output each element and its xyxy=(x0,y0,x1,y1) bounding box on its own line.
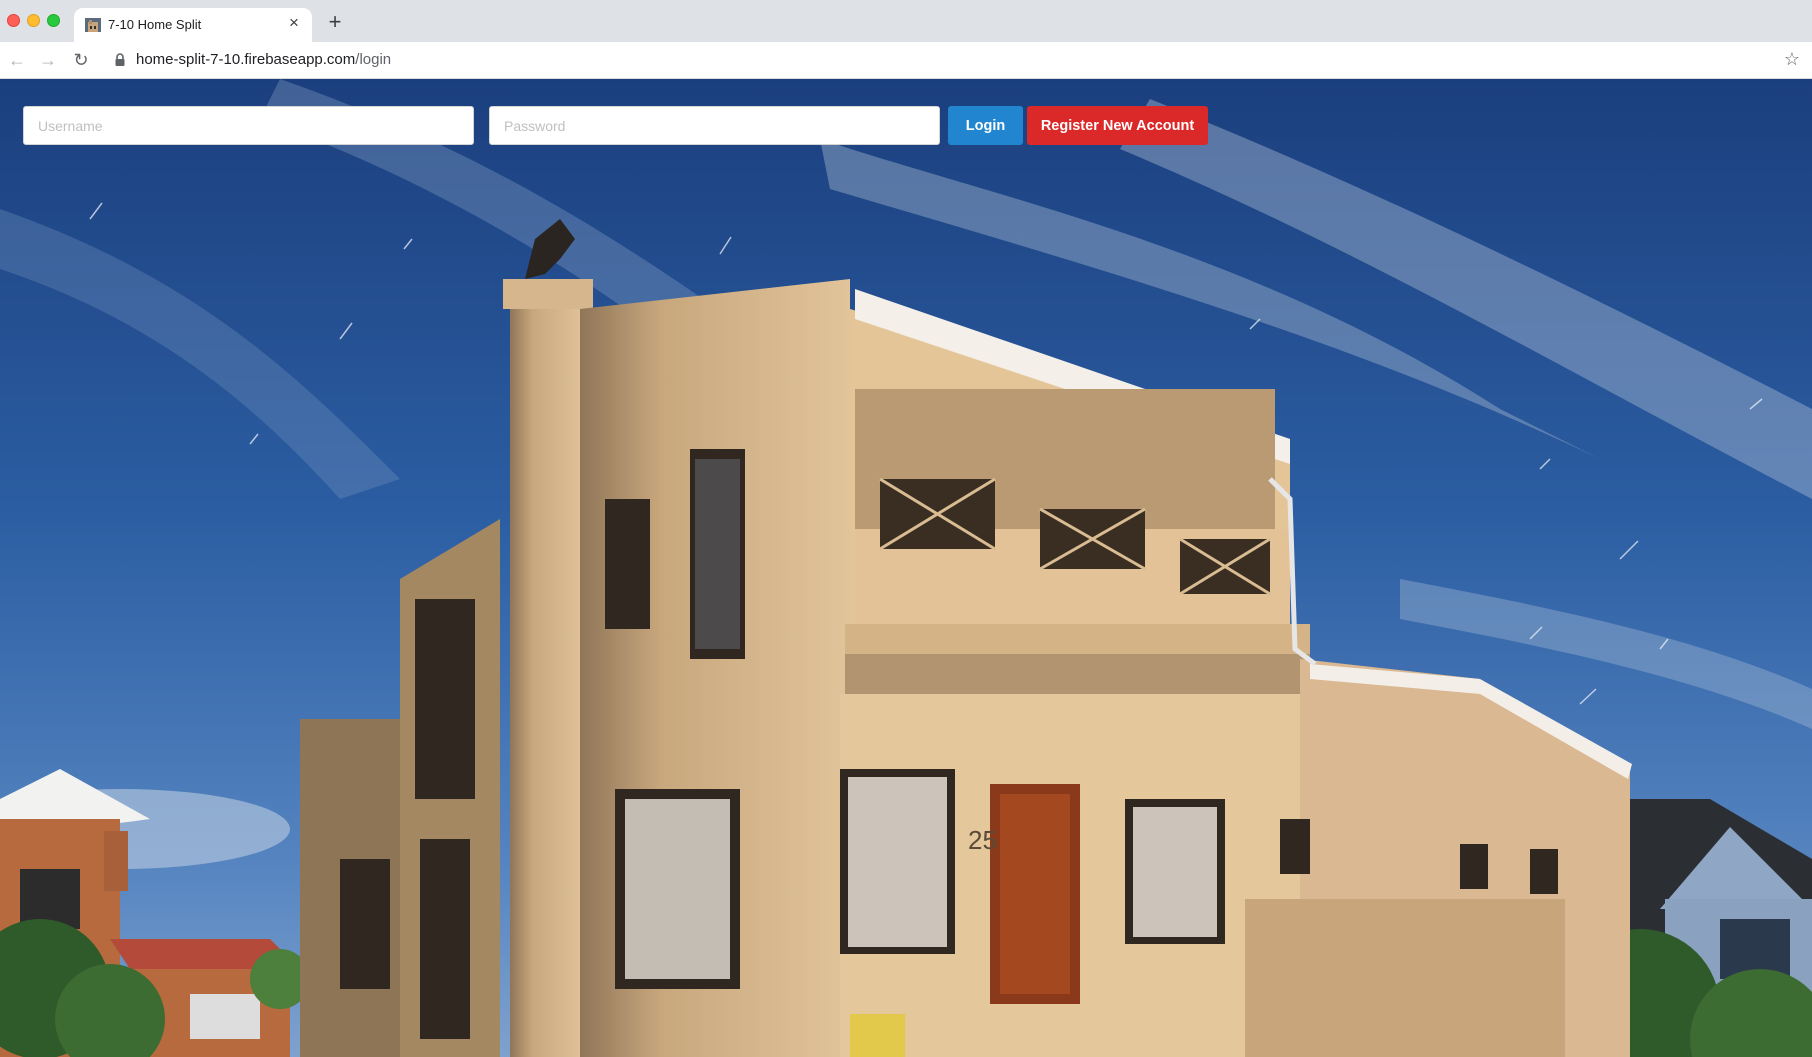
reload-icon[interactable]: ↻ xyxy=(70,49,92,71)
window-minimize-button[interactable] xyxy=(27,14,40,27)
plus-icon[interactable]: + xyxy=(325,11,345,33)
window-close-button[interactable] xyxy=(7,14,20,27)
browser-tab[interactable]: 7-10 Home Split × xyxy=(74,8,312,42)
house-favicon-icon xyxy=(85,18,101,32)
window-maximize-button[interactable] xyxy=(47,14,60,27)
tab-title: 7-10 Home Split xyxy=(108,17,202,32)
svg-text:25: 25 xyxy=(968,825,997,855)
house-background-photo: 25 xyxy=(0,79,1812,1057)
browser-tab-bar: 7-10 Home Split × + xyxy=(0,0,1812,42)
browser-toolbar: ← → ↻ home-split-7-10.firebaseapp.com/lo… xyxy=(0,42,1812,79)
register-button[interactable]: Register New Account xyxy=(1027,106,1208,145)
star-icon[interactable]: ☆ xyxy=(1784,49,1800,70)
login-button[interactable]: Login xyxy=(948,106,1023,145)
arrow-right-icon[interactable]: → xyxy=(37,49,59,71)
address-bar[interactable]: home-split-7-10.firebaseapp.com/login xyxy=(136,51,391,68)
url-host: home-split-7-10.firebaseapp.com xyxy=(136,51,356,68)
url-path: /login xyxy=(355,51,392,68)
lock-icon[interactable] xyxy=(114,53,126,67)
username-input[interactable] xyxy=(23,106,474,145)
login-page: 25 Login Register New Account xyxy=(0,79,1812,1057)
password-input[interactable] xyxy=(489,106,940,145)
arrow-left-icon[interactable]: ← xyxy=(6,49,28,71)
close-icon[interactable]: × xyxy=(286,14,302,31)
